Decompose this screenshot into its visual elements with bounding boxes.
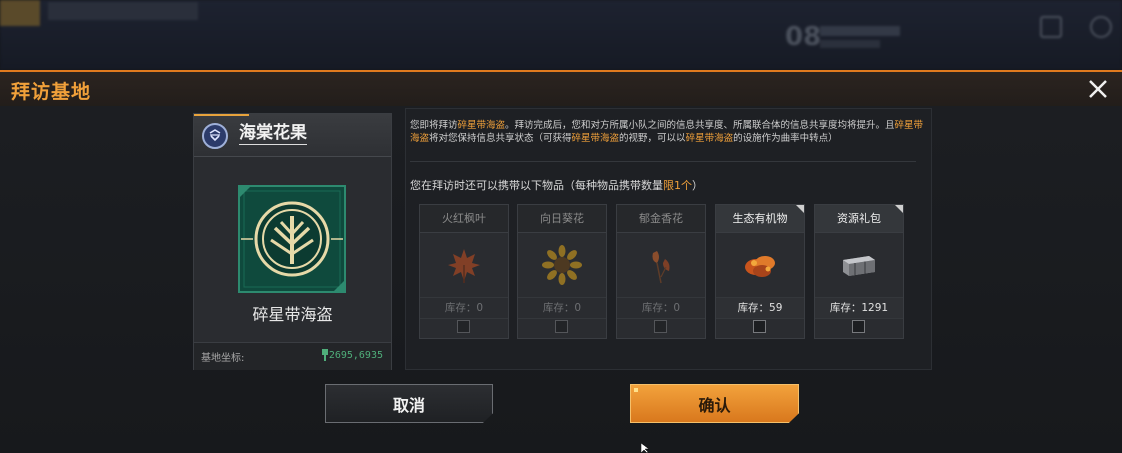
item-stock: 库存：0	[518, 297, 606, 319]
item-checkbox[interactable]	[555, 320, 568, 333]
maple-leaf-icon	[448, 248, 480, 283]
mouse-cursor-icon	[641, 443, 649, 453]
cancel-button[interactable]: 取消	[325, 384, 493, 423]
item-name: 郁金香花	[617, 205, 705, 233]
tulip-icon	[652, 250, 670, 283]
item-card-sunflower[interactable]: 向日葵花 库存：0	[517, 204, 607, 339]
cancel-label: 取消	[392, 395, 425, 415]
visit-description: 您即将拜访碎星带海盗。拜访完成后，您和对方所属小队之间的信息共享度、所属联合体的…	[410, 120, 924, 144]
coord-label: 基地坐标:	[201, 353, 245, 364]
item-stock: 库存：59	[716, 297, 804, 319]
resource-pack-icon	[843, 255, 875, 276]
carry-items-subtitle: 您在拜访时还可以携带以下物品（每种物品携带数量限1个）	[410, 179, 703, 192]
sunflower-icon	[542, 244, 582, 285]
tree-emblem-icon	[238, 185, 346, 293]
close-icon	[1089, 80, 1107, 98]
location-pin-icon	[322, 349, 328, 361]
item-card-maple-leaf[interactable]: 火红枫叶 库存：0	[419, 204, 509, 339]
item-card-tulip[interactable]: 郁金香花 库存：0	[616, 204, 706, 339]
item-card-resource-pack[interactable]: 资源礼包 库存：1291	[814, 204, 904, 339]
item-stock: 库存：0	[617, 297, 705, 319]
divider	[410, 161, 916, 162]
base-team-name[interactable]: 海棠花果	[239, 123, 307, 145]
item-checkbox[interactable]	[753, 320, 766, 333]
close-button[interactable]	[1084, 75, 1112, 103]
team-emblem-icon	[202, 123, 228, 149]
base-header: 海棠花果	[194, 114, 391, 157]
item-name: 资源礼包	[815, 205, 903, 233]
confirm-label: 确认	[698, 395, 731, 415]
base-faction-name: 碎星带海盗	[252, 305, 333, 324]
item-checkbox[interactable]	[852, 320, 865, 333]
coordinate-row: 基地坐标: 2695,6935	[194, 342, 391, 370]
visit-info-panel: 您即将拜访碎星带海盗。拜访完成后，您和对方所属小队之间的信息共享度、所属联合体的…	[405, 108, 932, 370]
item-checkbox[interactable]	[654, 320, 667, 333]
dialog-titlebar: 拜访基地	[0, 70, 1122, 108]
background-hud: 08	[0, 0, 1122, 70]
confirm-button[interactable]: 确认	[630, 384, 799, 423]
item-name: 向日葵花	[518, 205, 606, 233]
item-name: 火红枫叶	[420, 205, 508, 233]
item-checkbox[interactable]	[457, 320, 470, 333]
item-stock: 库存：1291	[815, 297, 903, 319]
base-card: 海棠花果 碎星带海盗 基地坐标: 2695,6935	[193, 113, 392, 370]
dialog-title: 拜访基地	[11, 81, 92, 103]
organic-matter-icon	[745, 255, 775, 277]
item-name: 生态有机物	[716, 205, 804, 233]
coord-value[interactable]: 2695,6935	[329, 350, 383, 361]
item-stock: 库存：0	[420, 297, 508, 319]
item-card-organic-matter[interactable]: 生态有机物 库存：59	[715, 204, 805, 339]
